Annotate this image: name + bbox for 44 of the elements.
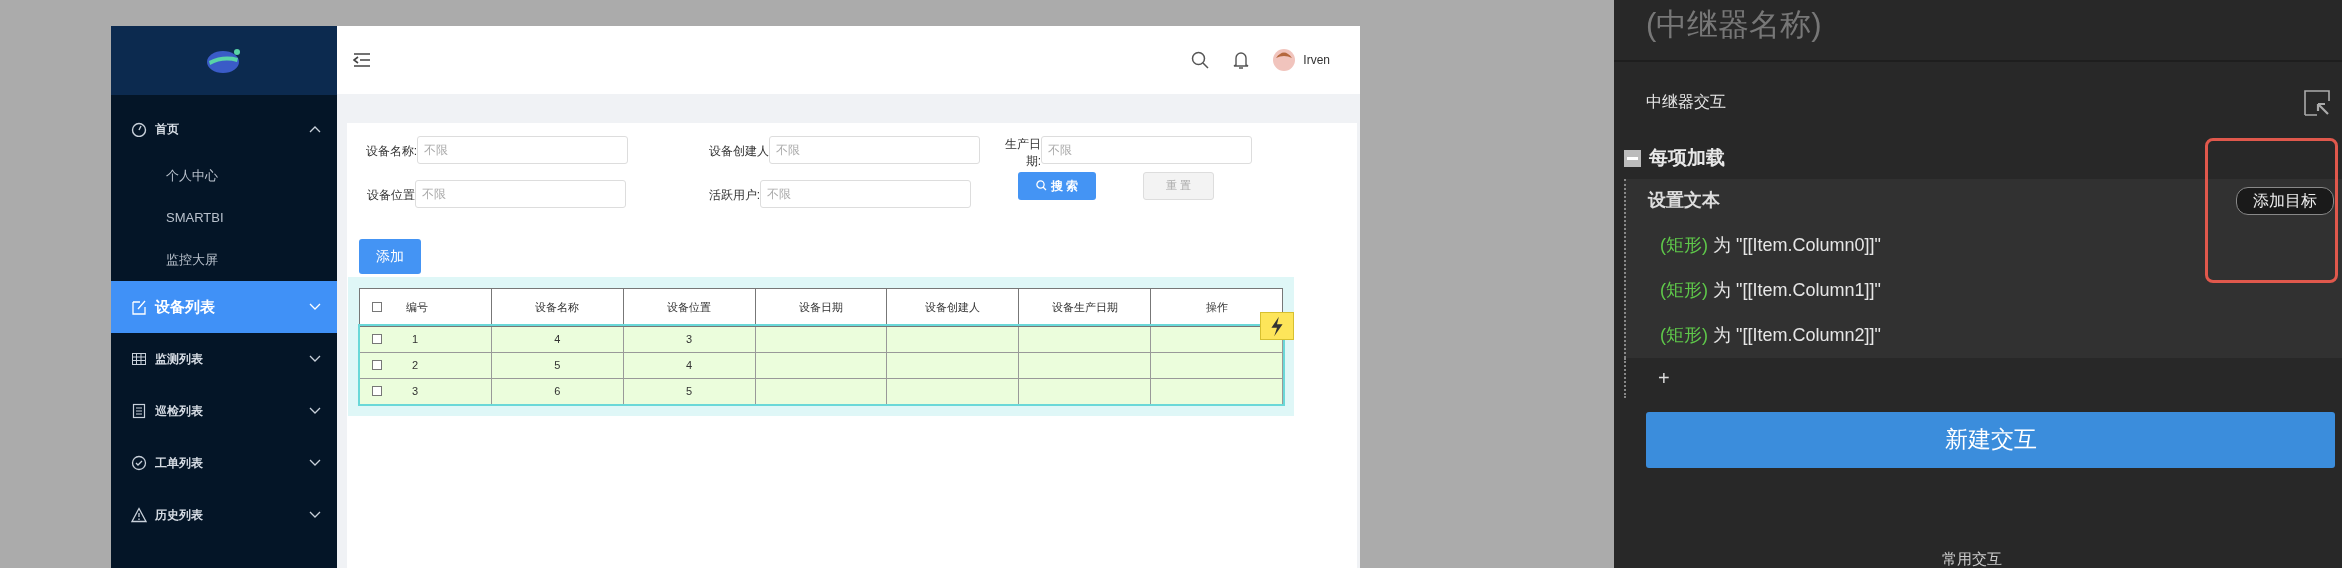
column-title: 编号 xyxy=(406,299,428,315)
action-item[interactable]: (矩形) 为 "[[Item.Column2]]" xyxy=(1660,321,1881,349)
input-field[interactable]: 不限 xyxy=(417,136,628,164)
table-cell: 4 xyxy=(623,352,756,379)
column-header: 设备名称 xyxy=(491,288,624,327)
add-target-button[interactable]: 添加目标 xyxy=(2236,186,2334,215)
input-field[interactable]: 不限 xyxy=(760,179,971,208)
section-title: 中继器交互 xyxy=(1646,92,1726,112)
table-cell: 5 xyxy=(491,352,624,379)
column-header: 设备生产日期 xyxy=(1018,288,1151,327)
table-cell: 4 xyxy=(491,326,624,353)
section-title: 常用交互 xyxy=(1942,549,2002,568)
sidebar-item[interactable]: 工单列表 xyxy=(111,437,337,489)
input-field[interactable]: 不限 xyxy=(1041,136,1252,164)
column-header: 设备位置 xyxy=(623,288,756,327)
action-title[interactable]: 设置文本 xyxy=(1648,187,1720,214)
sidebar-item[interactable]: 监测列表 xyxy=(111,333,337,385)
field-label: 活跃用户: xyxy=(707,186,760,204)
table-cell-text: 1 xyxy=(412,331,419,347)
repeater-name: (中继器名称) xyxy=(1614,0,2342,62)
action-item[interactable]: (矩形) 为 "[[Item.Column0]]" xyxy=(1660,231,1881,259)
table-cell: 5 xyxy=(623,378,756,405)
table-cell-text: 2 xyxy=(412,357,419,373)
add-action-icon[interactable]: + xyxy=(1626,362,1670,393)
sidebar-item[interactable]: 巡检列表 xyxy=(111,385,337,437)
input-field[interactable]: 不限 xyxy=(415,179,626,208)
column-header: 设备日期 xyxy=(755,288,887,327)
table-cell: 3 xyxy=(623,326,756,353)
sidebar-subitem[interactable]: 个人中心 xyxy=(111,155,337,197)
table-cell-text: 3 xyxy=(412,383,419,399)
input-field[interactable]: 不限 xyxy=(769,136,980,164)
sidebar-subitem[interactable]: SMARTBI xyxy=(111,197,337,239)
sidebar-item[interactable]: 首页 xyxy=(111,103,337,155)
field-label: 生产日期: xyxy=(1005,136,1041,170)
sidebar-subitem[interactable]: 监控大屏 xyxy=(111,239,337,281)
table-cell: 6 xyxy=(491,378,624,405)
action-item[interactable]: (矩形) 为 "[[Item.Column1]]" xyxy=(1660,276,1881,304)
field-label: 设备创建人 xyxy=(708,143,769,160)
column-header: 设备创建人 xyxy=(886,288,1019,327)
user-name[interactable]: Irven xyxy=(1303,51,1330,69)
sidebar-item[interactable]: 历史列表 xyxy=(111,489,337,541)
field-label: 设备名称: xyxy=(364,143,417,160)
field-label: 设备位置 xyxy=(366,186,415,204)
event-title[interactable]: 每项加载 xyxy=(1649,144,1725,173)
